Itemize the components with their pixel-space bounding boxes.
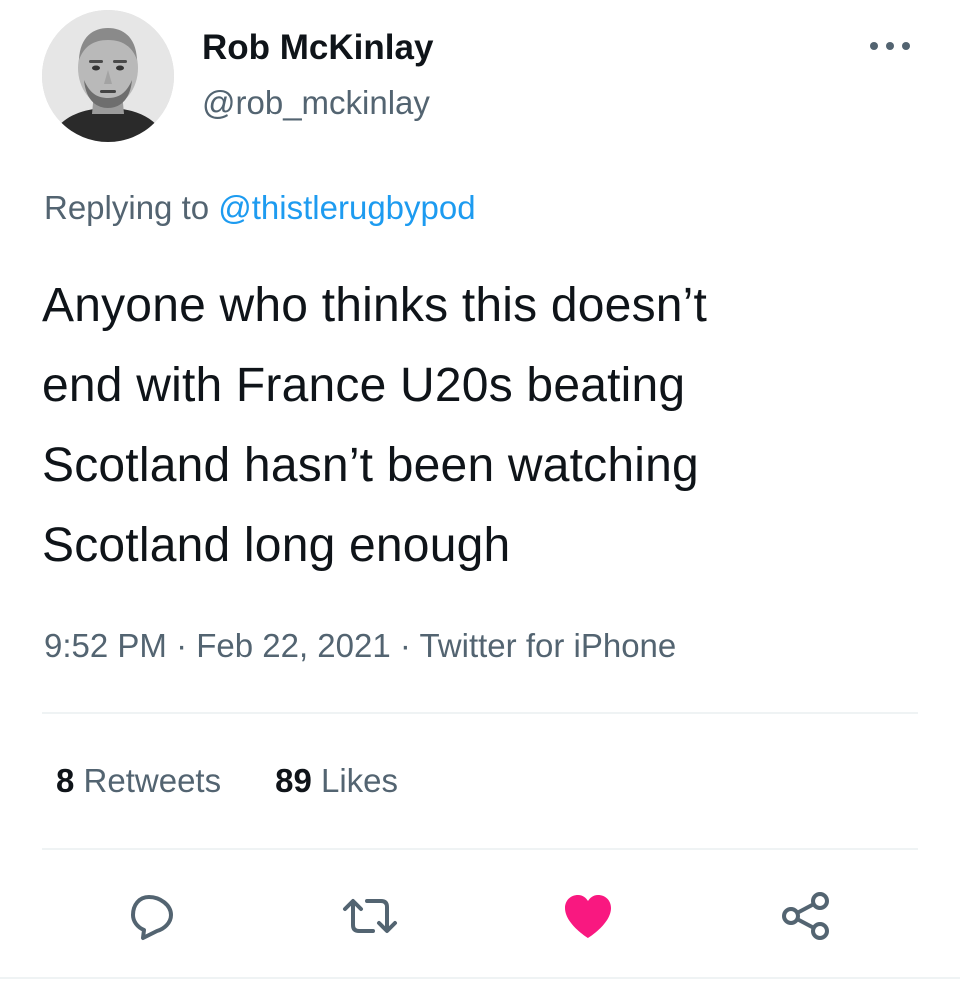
meta-separator: · — [390, 627, 420, 664]
share-button[interactable] — [776, 886, 836, 946]
divider — [0, 977, 960, 979]
more-horizontal-icon — [870, 42, 910, 50]
like-button[interactable] — [558, 886, 618, 946]
likes-count: 89 — [275, 762, 312, 799]
retweet-arrows-icon — [343, 899, 397, 933]
tweet-text-line: Scotland hasn’t been watching — [42, 439, 699, 492]
share-nodes-icon — [782, 892, 829, 940]
tweet-source[interactable]: Twitter for iPhone — [419, 627, 676, 664]
more-options-button[interactable] — [864, 32, 916, 60]
tweet-text: Anyone who thinks this doesn’t end with … — [42, 266, 922, 586]
retweets-label: Retweets — [74, 762, 222, 799]
retweet-button[interactable] — [340, 886, 400, 946]
author-name[interactable]: Rob McKinlay — [202, 28, 433, 68]
tweet-time[interactable]: 9:52 PM — [44, 627, 167, 664]
meta-separator: · — [166, 627, 197, 664]
author-handle[interactable]: @rob_mckinlay — [202, 84, 430, 122]
reply-mention-link[interactable]: @thistlerugbypod — [218, 189, 475, 226]
retweets-count: 8 — [56, 762, 75, 799]
tweet-text-line: end with France U20s beating — [42, 359, 686, 412]
likes-label: Likes — [311, 762, 399, 799]
tweet-date[interactable]: Feb 22, 2021 — [196, 627, 391, 664]
retweets-stat[interactable]: 8 Retweets — [56, 760, 221, 802]
engagement-stats: 8 Retweets 89 Likes — [56, 760, 398, 802]
speech-bubble-icon — [131, 895, 173, 940]
replying-to: Replying to @thistlerugbypod — [44, 188, 476, 228]
avatar-photo-icon — [42, 10, 174, 142]
divider — [42, 712, 918, 714]
tweet-metadata: 9:52 PM · Feb 22, 2021 · Twitter for iPh… — [44, 626, 676, 666]
reply-button[interactable] — [122, 886, 182, 946]
heart-icon — [565, 895, 611, 938]
avatar[interactable] — [42, 10, 174, 142]
likes-stat[interactable]: 89 Likes — [275, 760, 398, 802]
tweet-text-line: Anyone who thinks this doesn’t — [42, 279, 708, 332]
tweet-text-line: Scotland long enough — [42, 519, 511, 572]
replying-to-label: Replying to — [44, 189, 219, 226]
divider — [42, 848, 918, 850]
